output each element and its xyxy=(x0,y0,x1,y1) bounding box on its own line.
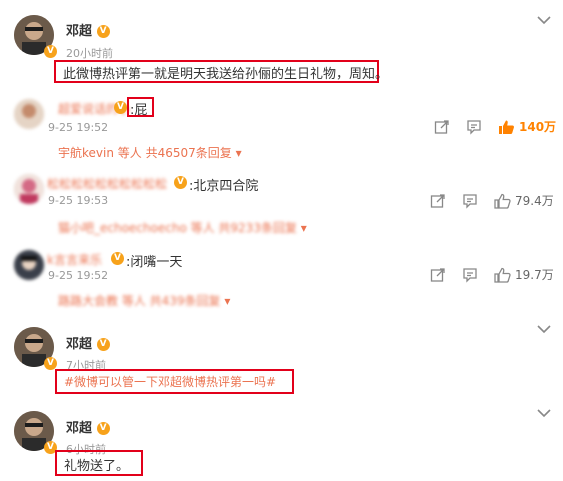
thumbs-up-icon xyxy=(494,267,511,283)
comment-username[interactable]: 松松松松松松松松松松 xyxy=(47,175,167,192)
replies-text[interactable]: 宇航kevin 等人 共46507条回复 xyxy=(58,146,232,160)
like-button[interactable]: 140万 xyxy=(498,118,556,135)
comment-username[interactable]: k言言来乐 xyxy=(47,251,102,268)
comment-actions: 79.4万 xyxy=(430,192,554,209)
share-button[interactable] xyxy=(434,118,450,135)
comment-time: 9-25 19:53 xyxy=(48,194,109,207)
comment-icon xyxy=(467,119,481,135)
replies-link[interactable]: 猫小吧_echoechoecho 等人 共9233条回复 ▾ xyxy=(58,219,307,236)
comment-icon xyxy=(463,267,477,283)
author-name[interactable]: 邓超 xyxy=(66,24,92,39)
comment-actions: 140万 xyxy=(434,118,556,135)
share-button[interactable] xyxy=(430,266,446,283)
dropdown-triangle-icon: ▾ xyxy=(224,294,231,308)
avatar[interactable] xyxy=(14,250,44,280)
comment-button[interactable] xyxy=(462,192,478,209)
like-button[interactable]: 19.7万 xyxy=(494,266,554,283)
post-author[interactable]: 邓超 V xyxy=(66,333,110,352)
more-options-icon[interactable] xyxy=(536,14,552,29)
author-name[interactable]: 邓超 xyxy=(66,421,92,436)
more-options-icon[interactable] xyxy=(536,323,552,338)
post-author[interactable]: 邓超 V xyxy=(66,20,110,39)
post-text: 礼物送了。 xyxy=(64,459,130,474)
verified-badge-icon: V xyxy=(44,44,57,59)
thumbs-up-icon xyxy=(499,120,514,134)
comment-text: :闭嘴一天 xyxy=(126,255,183,270)
comment-text: :屁 xyxy=(130,103,148,118)
post-text: #微博可以管一下邓超微博热评第一吗# xyxy=(64,375,277,389)
replies-text[interactable]: 路路大会教 等人 共439条回复 xyxy=(58,294,221,308)
verified-badge-icon: V xyxy=(111,251,124,266)
post-text: 此微博热评第一就是明天我送给孙俪的生日礼物，周知。 xyxy=(63,67,389,82)
share-icon xyxy=(430,193,445,208)
comment-button[interactable] xyxy=(462,266,478,283)
like-count: 79.4万 xyxy=(515,194,554,208)
verified-badge-icon: V xyxy=(96,338,110,351)
comment-icon xyxy=(463,193,477,209)
like-count: 19.7万 xyxy=(515,268,554,282)
comment-actions: 19.7万 xyxy=(430,266,554,283)
like-button[interactable]: 79.4万 xyxy=(494,192,554,209)
comment-time: 9-25 19:52 xyxy=(48,269,109,282)
post-time: 20小时前 xyxy=(66,47,113,60)
comment-text: :北京四合院 xyxy=(189,179,259,194)
avatar[interactable] xyxy=(14,174,44,204)
replies-link[interactable]: 宇航kevin 等人 共46507条回复 ▾ xyxy=(58,144,242,161)
share-button[interactable] xyxy=(430,192,446,209)
post-author[interactable]: 邓超 V xyxy=(66,417,110,436)
comment-button[interactable] xyxy=(466,118,482,135)
thumbs-up-icon xyxy=(494,193,511,209)
comment-time: 9-25 19:52 xyxy=(48,121,109,134)
share-icon xyxy=(434,119,449,134)
author-name[interactable]: 邓超 xyxy=(66,337,92,352)
verified-badge-icon: V xyxy=(96,422,110,435)
verified-badge-icon: V xyxy=(174,175,187,190)
verified-badge-icon: V xyxy=(96,25,110,38)
like-count: 140万 xyxy=(519,120,557,134)
dropdown-triangle-icon: ▾ xyxy=(300,221,307,235)
dropdown-triangle-icon: ▾ xyxy=(235,146,242,160)
replies-text[interactable]: 猫小吧_echoechoecho 等人 共9233条回复 xyxy=(58,221,297,235)
more-options-icon[interactable] xyxy=(536,407,552,422)
share-icon xyxy=(430,267,445,282)
verified-badge-icon: V xyxy=(114,100,127,115)
avatar[interactable] xyxy=(14,99,44,129)
replies-link[interactable]: 路路大会教 等人 共439条回复 ▾ xyxy=(58,292,230,309)
